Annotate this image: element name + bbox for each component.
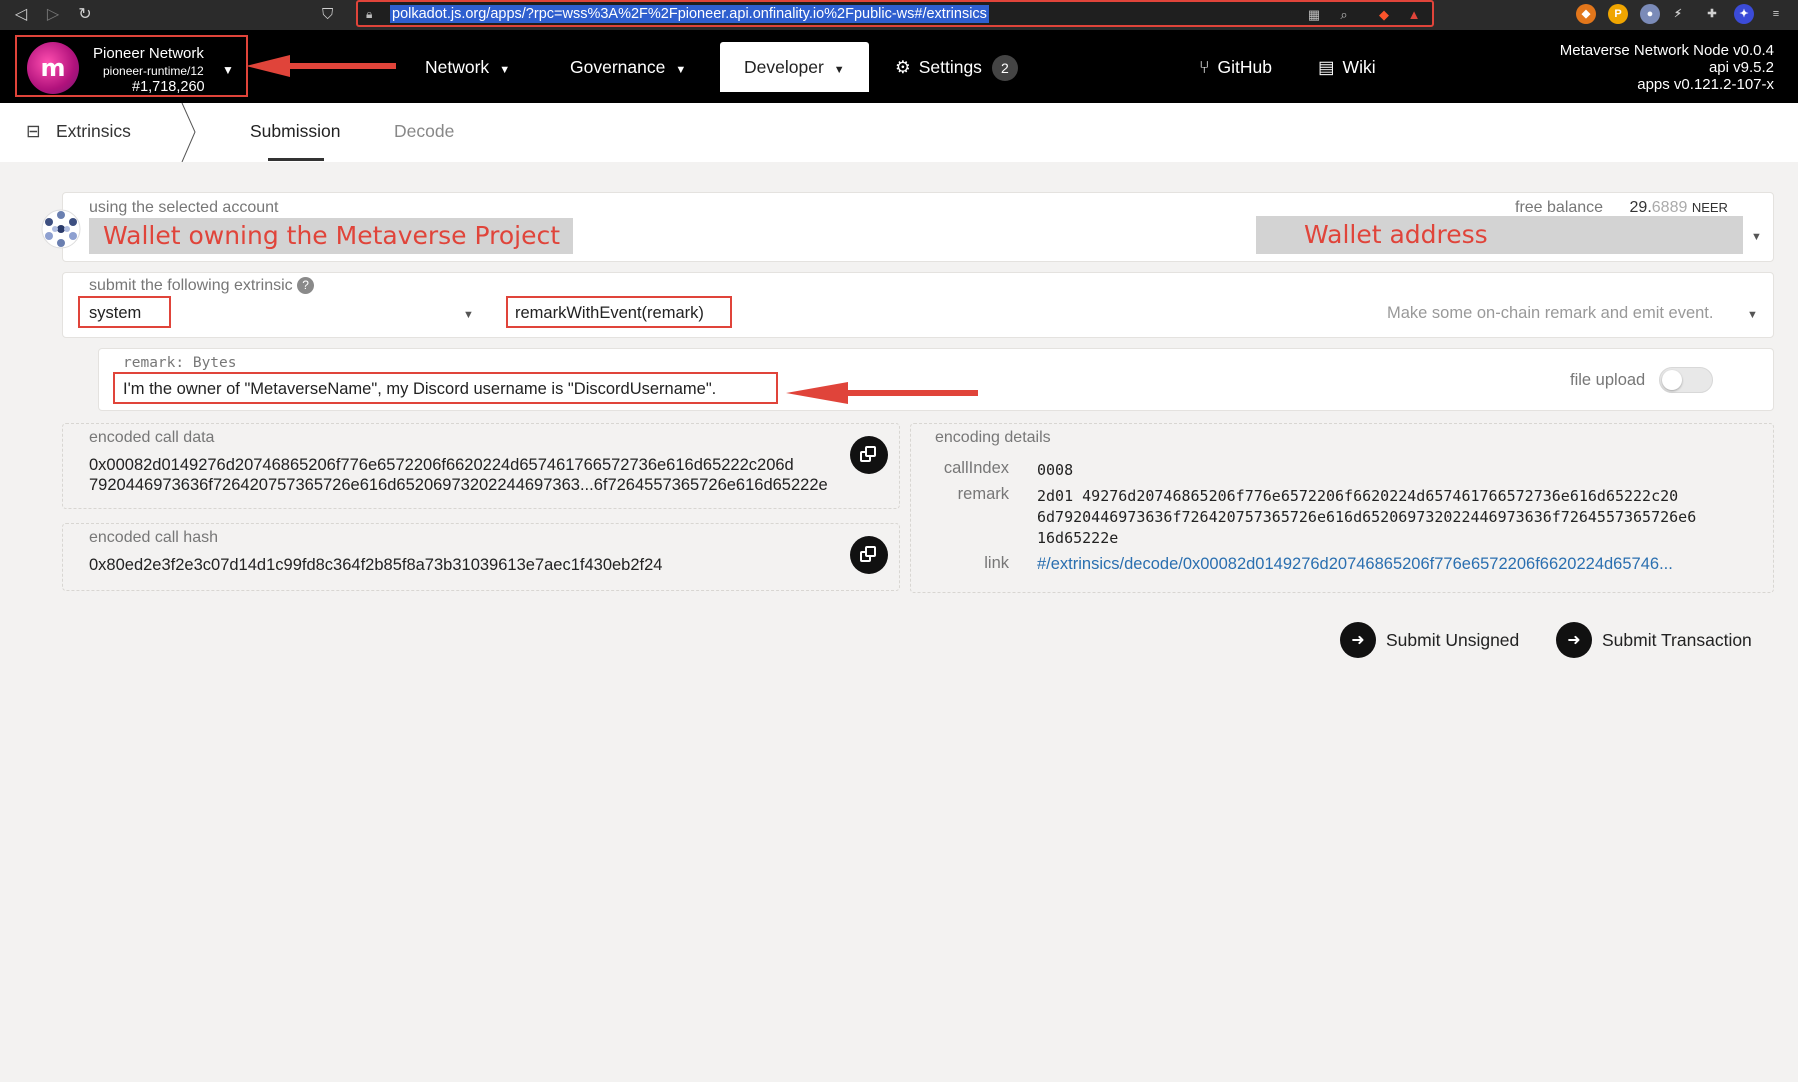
menu-settings[interactable]: ⚙ Settings 2: [895, 42, 1018, 92]
encoded-call-data-label: encoded call data: [89, 429, 215, 446]
sign-in-icon: ➜: [1556, 622, 1592, 658]
node-version: Metaverse Network Node v0.0.4: [1559, 42, 1774, 59]
call-index-value: 0008: [1037, 461, 1074, 479]
inbox-icon: ⊟: [26, 121, 41, 141]
chain-runtime: pioneer-runtime/12: [103, 64, 204, 78]
annotation-arrow-chain: [246, 55, 396, 77]
remark-detail-value: 2d01 49276d20746865206f776e6572206f66202…: [1037, 487, 1697, 547]
chain-selector[interactable]: m Pioneer Network pioneer-runtime/12 ▼ #…: [15, 35, 248, 97]
forward-icon[interactable]: ▷: [42, 4, 64, 26]
chain-name: Pioneer Network: [93, 45, 204, 62]
link-label: link: [984, 554, 1009, 572]
extension-round-icon[interactable]: ●: [1640, 4, 1660, 24]
copy-icon[interactable]: [850, 436, 888, 474]
lock-icon: 🔒︎: [366, 7, 373, 21]
brave-shield-icon[interactable]: ◆: [1374, 5, 1394, 25]
address-bar[interactable]: 🔒︎ polkadot.js.org/apps/?rpc=wss%3A%2F%2…: [356, 0, 1434, 27]
extension-p-icon[interactable]: P: [1608, 4, 1628, 24]
chevron-down-icon[interactable]: ▼: [463, 309, 474, 321]
apps-version: apps v0.121.2-107-x: [1637, 76, 1774, 93]
qr-icon[interactable]: ▦: [1304, 5, 1324, 25]
wallet-owner-annotation: Wallet owning the Metaverse Project: [89, 218, 573, 254]
chain-logo: m: [27, 42, 79, 94]
file-upload-label: file upload: [1570, 371, 1646, 389]
sub-navigation: ⊟ Extrinsics Submission Decode: [0, 103, 1798, 162]
decode-link[interactable]: #/extrinsics/decode/0x00082d0149276d2074…: [1037, 555, 1753, 574]
menu-wiki[interactable]: ▤ Wiki: [1318, 42, 1376, 92]
remark-detail-label: remark: [957, 485, 1009, 503]
puzzle-icon[interactable]: ✚: [1702, 4, 1722, 24]
encoded-call-data-value[interactable]: 0x00082d0149276d20746865206f776e6572206f…: [89, 455, 869, 499]
app-header: m Pioneer Network pioneer-runtime/12 ▼ #…: [0, 30, 1798, 103]
book-icon: ▤: [1318, 57, 1335, 77]
method-select[interactable]: remarkWithEvent(remark): [515, 304, 704, 323]
menu-network[interactable]: Network ▼: [425, 42, 510, 92]
annotation-arrow-remark: [786, 382, 978, 404]
url-text[interactable]: polkadot.js.org/apps/?rpc=wss%3A%2F%2Fpi…: [390, 5, 989, 23]
tab-decode[interactable]: Decode: [394, 121, 454, 142]
submit-unsigned-button[interactable]: ➜ Submit Unsigned: [1340, 620, 1519, 660]
settings-badge: 2: [991, 55, 1018, 82]
section-extrinsics: ⊟ Extrinsics: [26, 121, 131, 141]
breadcrumb-chevron: [181, 103, 196, 162]
module-select[interactable]: system: [89, 304, 141, 323]
help-icon: ?: [297, 277, 315, 294]
encoding-details: encoding details callIndex 0008 remark 2…: [910, 423, 1774, 593]
call-index-label: callIndex: [943, 459, 1009, 477]
gear-icon: ⚙: [895, 57, 911, 77]
active-tab-indicator: [268, 158, 324, 161]
zoom-icon[interactable]: ⌕: [1334, 5, 1354, 25]
api-version: api v9.5.2: [1708, 59, 1774, 76]
submit-transaction-button[interactable]: ➜ Submit Transaction: [1556, 620, 1752, 660]
copy-icon[interactable]: [850, 536, 888, 574]
back-icon[interactable]: ◁: [10, 4, 32, 26]
menu-governance[interactable]: Governance ▼: [570, 42, 686, 92]
extension-profile-icon[interactable]: ✦: [1734, 4, 1754, 24]
method-description: Make some on-chain remark and emit event…: [1387, 304, 1714, 322]
account-identicon: [41, 209, 81, 249]
chevron-down-icon[interactable]: ▼: [222, 63, 234, 77]
extension-leaf-icon[interactable]: ⚡︎: [1668, 4, 1688, 24]
sign-in-icon: ➜: [1340, 622, 1376, 658]
node-info: Metaverse Network Node v0.0.4 api v9.5.2…: [1560, 42, 1774, 93]
tab-submission[interactable]: Submission: [250, 121, 340, 142]
remark-label: remark: Bytes: [123, 355, 237, 371]
encoded-call-hash-label: encoded call hash: [89, 529, 218, 546]
reload-icon[interactable]: ↻: [74, 4, 96, 26]
menu-icon[interactable]: ≡: [1766, 4, 1786, 24]
chevron-down-icon: ▼: [833, 64, 845, 76]
branch-icon: ⑂: [1199, 57, 1210, 77]
chevron-down-icon[interactable]: ▼: [1751, 231, 1762, 243]
extrinsic-selector: submit the following extrinsic ? system …: [62, 272, 1774, 338]
chevron-down-icon: ▼: [499, 64, 511, 76]
encoded-call-hash-value[interactable]: 0x80ed2e3f2e3c07d14d1c99fd8c364f2b85f8a7…: [89, 556, 662, 575]
brave-rewards-icon[interactable]: ▲: [1404, 5, 1424, 25]
chain-block-number: #1,718,260: [132, 79, 205, 95]
encoding-details-label: encoding details: [935, 429, 1051, 446]
account-selector[interactable]: using the selected account Wallet owning…: [41, 192, 1774, 262]
chevron-down-icon: ▼: [675, 64, 687, 76]
chevron-down-icon[interactable]: ▼: [1747, 309, 1758, 321]
encoded-call-data: encoded call data 0x00082d0149276d207468…: [62, 423, 900, 509]
bookmark-icon[interactable]: ⛉: [322, 4, 333, 26]
encoded-call-hash: encoded call hash 0x80ed2e3f2e3c07d14d1c…: [62, 523, 900, 591]
metamask-icon[interactable]: ◆: [1576, 4, 1596, 24]
browser-toolbar: ◁ ▷ ↻ ⛉ 🔒︎ polkadot.js.org/apps/?rpc=wss…: [0, 0, 1798, 30]
file-upload-toggle[interactable]: [1659, 367, 1713, 393]
menu-developer[interactable]: Developer ▼: [720, 42, 869, 92]
free-balance: free balance 29.6889 NEER: [1515, 199, 1728, 216]
extrinsic-label: submit the following extrinsic ?: [89, 277, 315, 295]
remark-input[interactable]: I'm the owner of "MetaverseName", my Dis…: [123, 380, 716, 399]
wallet-address-annotation: Wallet address: [1256, 216, 1743, 254]
account-label: using the selected account: [89, 199, 279, 216]
menu-github[interactable]: ⑂ GitHub: [1199, 42, 1272, 92]
